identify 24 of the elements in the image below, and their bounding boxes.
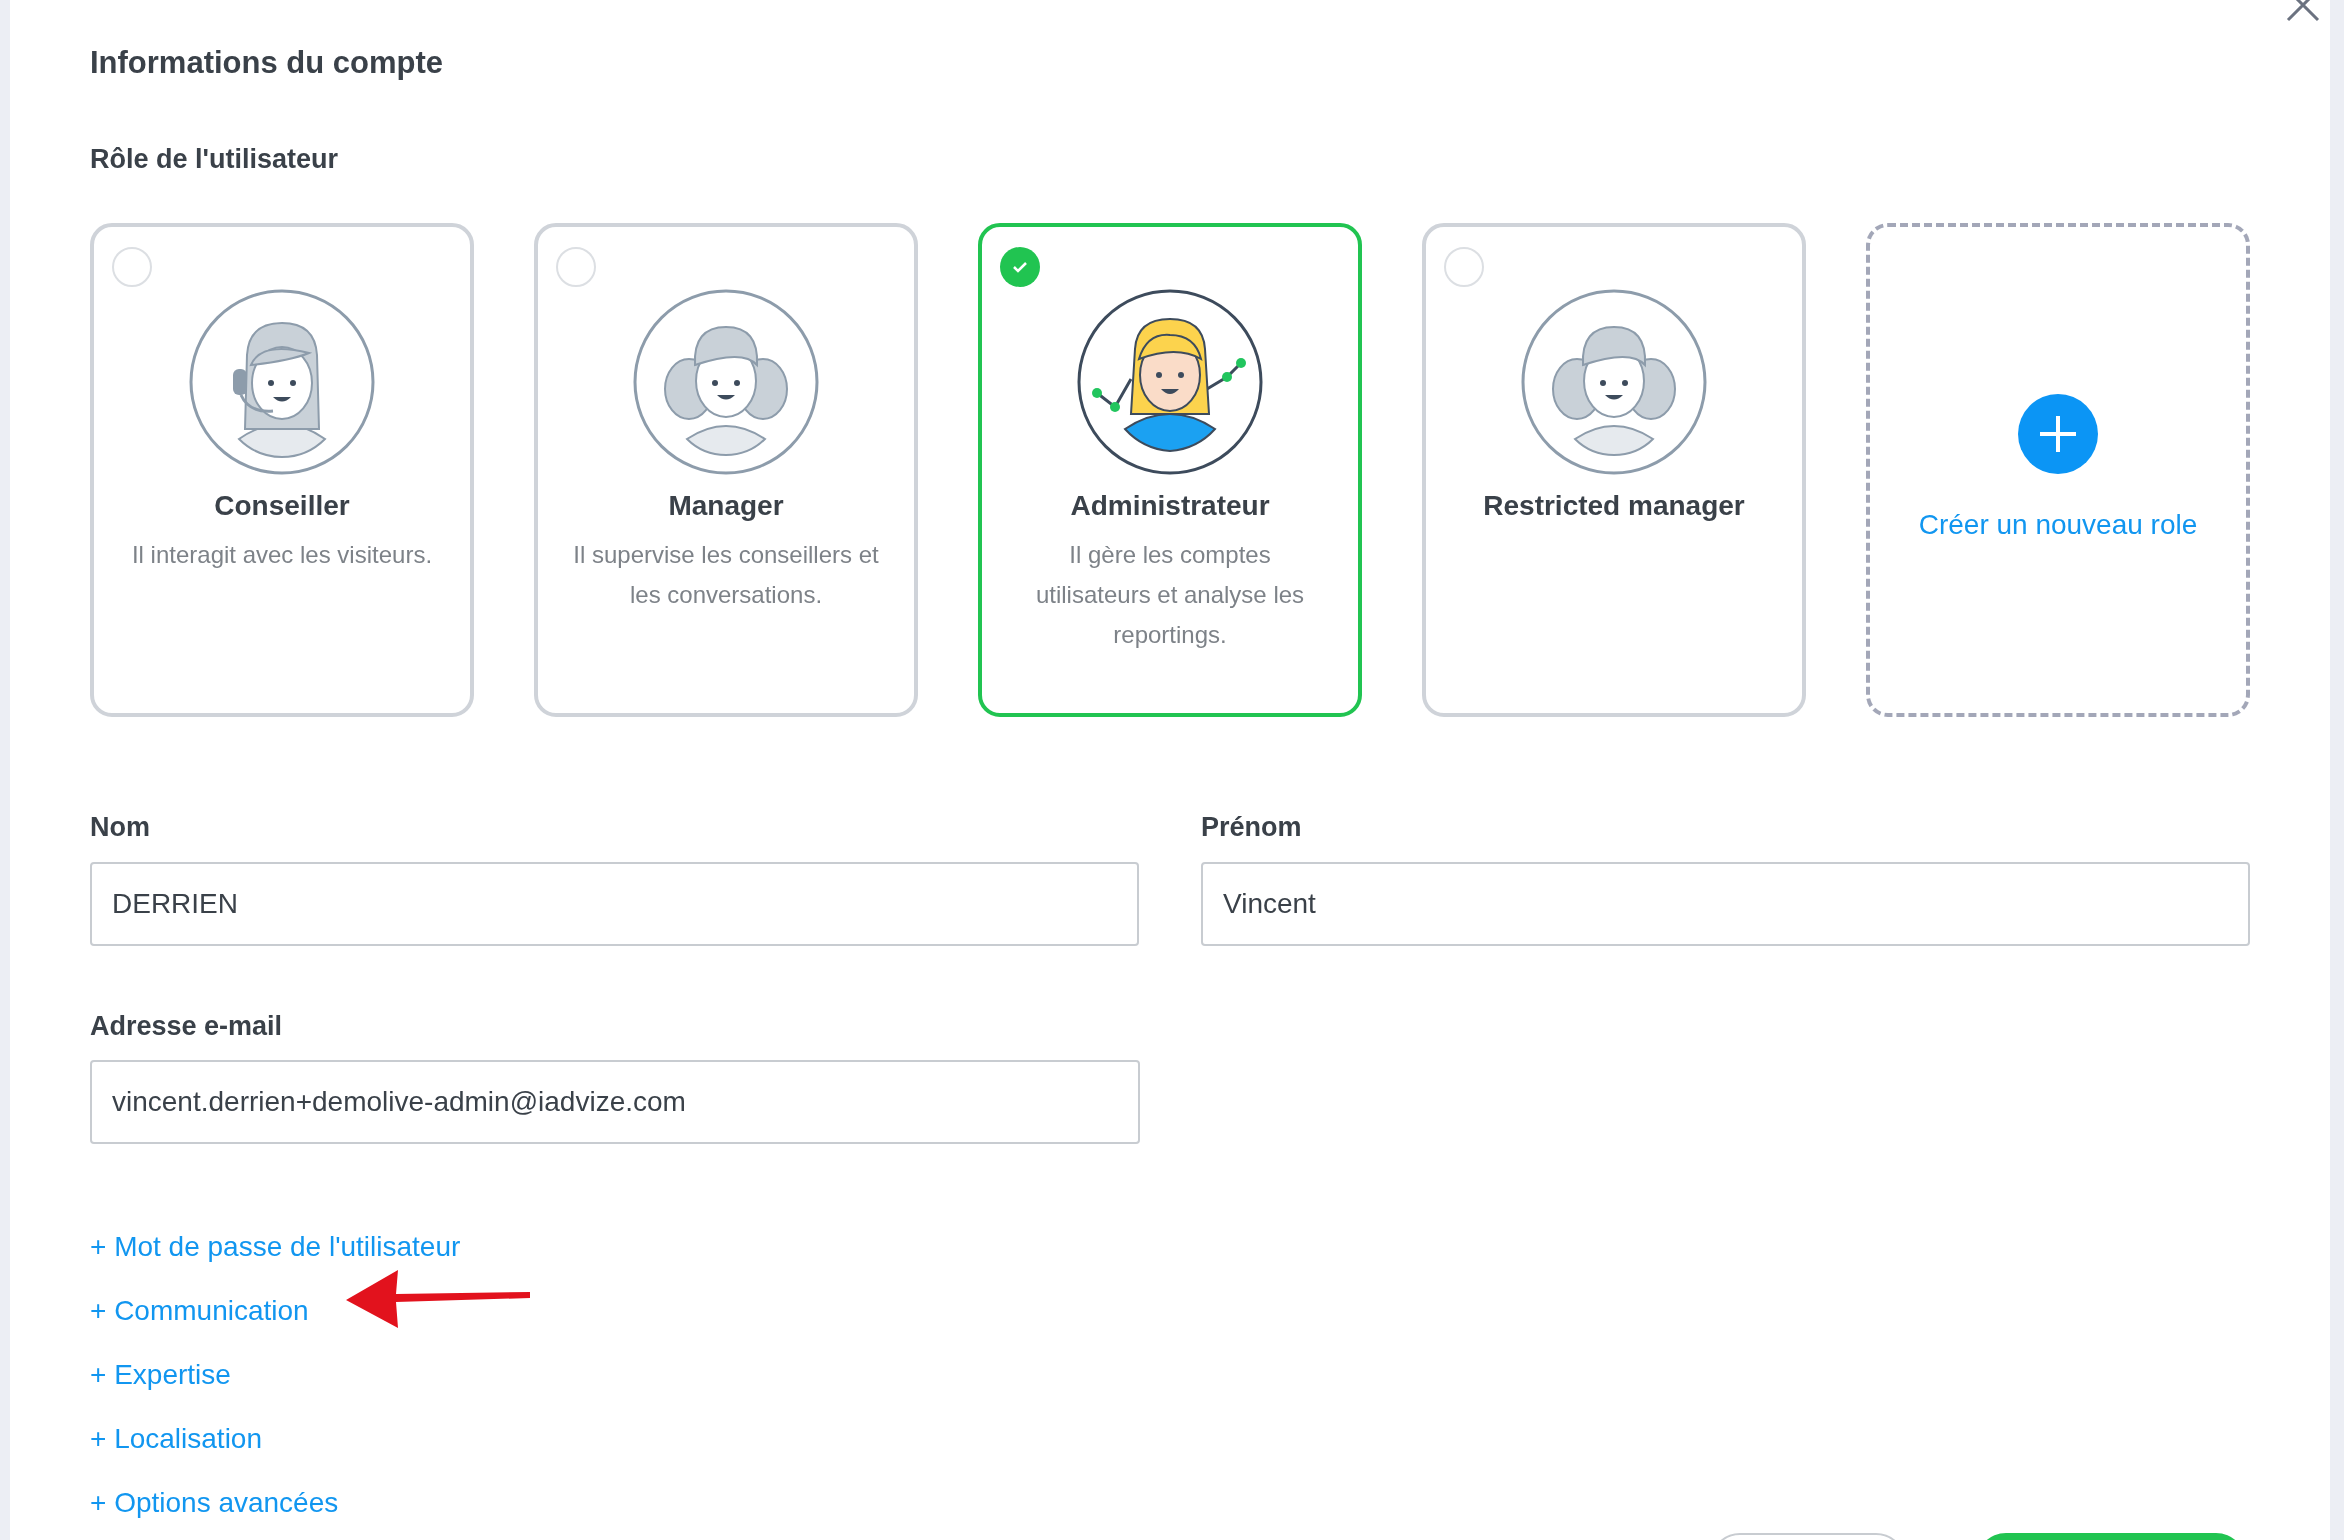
radio-button[interactable] — [112, 247, 152, 287]
role-card[interactable]: Restricted manager — [1422, 223, 1806, 717]
field-label: Nom — [90, 811, 151, 844]
page-title: Informations du compte — [90, 44, 445, 82]
role-card[interactable]: Administrateur Il gère les comptes utilisateurs et analyse les reportings. — [978, 223, 1362, 717]
check-icon — [1000, 247, 1040, 287]
role-card[interactable]: Manager Il supervise les conseillers et les conversations. — [534, 223, 918, 717]
create-role-link: Créer un nouveau role — [1918, 508, 2198, 542]
role-name: Restricted manager — [1483, 489, 1745, 523]
field-label: Prénom — [1201, 811, 1303, 844]
role-description: Il gère les comptes utilisateurs et analyse les reportings. — [1034, 540, 1306, 650]
role-card[interactable]: Conseiller Il interagit avec les visiteurs. — [90, 223, 474, 717]
field-label: Adresse e-mail — [90, 1009, 284, 1043]
radio-button[interactable] — [1444, 247, 1484, 287]
text-field[interactable]: vincent.derrien+demolive-admin@iadvize.com — [90, 1060, 1140, 1144]
role-name: Conseiller — [214, 489, 350, 523]
text-field[interactable]: Vincent — [1201, 861, 2250, 946]
role-description: Il supervise les conseillers et les conversations. — [572, 540, 880, 610]
role-name: Administrateur — [1070, 489, 1270, 523]
role-description: Il interagit avec les visiteurs. — [130, 540, 434, 570]
text-field[interactable]: DERRIEN — [90, 861, 1139, 946]
section-label: Rôle de l'utilisateur — [90, 142, 339, 176]
radio-button[interactable] — [556, 247, 596, 287]
role-name: Manager — [668, 489, 784, 523]
